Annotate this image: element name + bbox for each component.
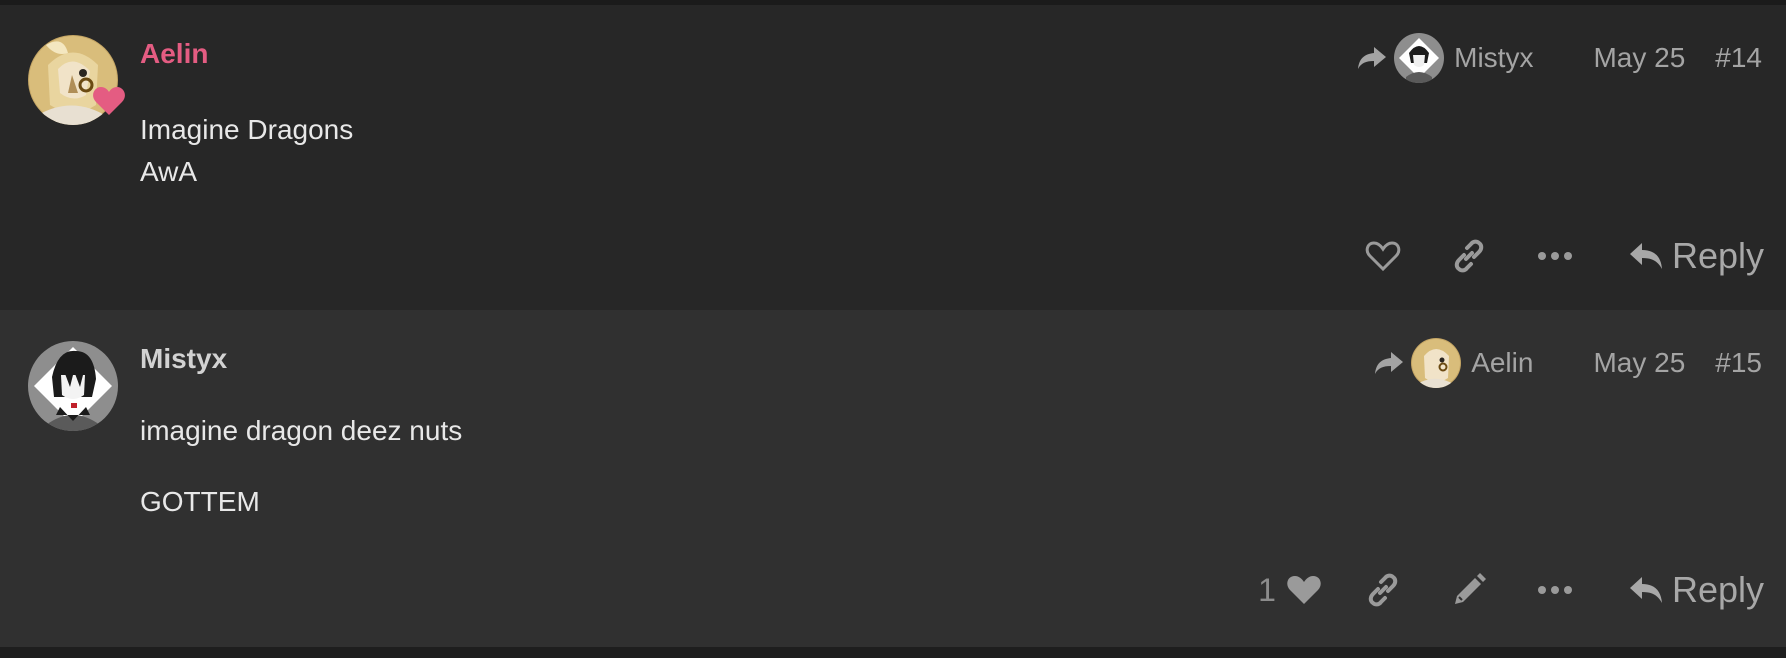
reply-button-label: Reply <box>1671 569 1764 610</box>
like-count: 1 <box>1258 571 1276 608</box>
post-15: Mistyx Aelin May 25 #15 imagine dragon d… <box>0 310 1786 647</box>
share-arrow-icon <box>1375 352 1404 374</box>
reply-button[interactable]: Reply <box>1628 235 1764 277</box>
copy-link-button[interactable] <box>1426 231 1512 281</box>
link-icon <box>1368 573 1398 607</box>
heart-filled-icon <box>1287 576 1321 604</box>
reply-to-username: Aelin <box>1471 347 1534 378</box>
ellipsis-icon <box>1537 252 1572 260</box>
like-button[interactable]: 1 <box>1258 572 1322 609</box>
share-arrow-icon <box>1358 47 1387 69</box>
post-author[interactable]: Aelin <box>140 37 208 71</box>
like-button[interactable] <box>1340 231 1426 281</box>
post-body-line: AwA <box>140 156 198 187</box>
pencil-icon <box>1454 573 1486 604</box>
post-meta: Mistyx May 25 #14 <box>1356 33 1762 83</box>
reply-to-link[interactable]: Aelin <box>1373 338 1533 388</box>
heart-flair-icon <box>93 87 125 115</box>
reply-to-username: Mistyx <box>1454 42 1534 73</box>
avatar-mistyx[interactable] <box>28 341 118 431</box>
post-date[interactable]: May 25 <box>1593 347 1685 379</box>
bottom-divider <box>0 647 1786 658</box>
post-body-paragraph: GOTTEM <box>140 486 260 517</box>
link-icon <box>1454 239 1484 273</box>
post-meta: Aelin May 25 #15 <box>1373 338 1762 388</box>
post-actions: 1 Reply <box>1258 565 1764 615</box>
post-number[interactable]: #15 <box>1715 347 1762 379</box>
reply-to-link[interactable]: Mistyx <box>1356 33 1533 83</box>
reply-button[interactable]: Reply <box>1628 569 1764 611</box>
more-actions-button[interactable] <box>1512 565 1598 615</box>
post-author[interactable]: Mistyx <box>140 342 227 376</box>
post-actions: Reply <box>1340 231 1764 281</box>
post-body-line: Imagine Dragons <box>140 114 354 145</box>
heart-outline-icon <box>1365 241 1401 272</box>
reply-to-avatar <box>1411 338 1462 388</box>
post-number[interactable]: #14 <box>1715 42 1762 74</box>
post-body-paragraph: imagine dragon deez nuts <box>140 415 463 446</box>
post-body: Imagine Dragons AwA <box>140 109 353 193</box>
edit-button[interactable] <box>1426 565 1512 615</box>
post-date[interactable]: May 25 <box>1593 42 1685 74</box>
copy-link-button[interactable] <box>1340 565 1426 615</box>
reply-to-avatar <box>1394 33 1445 83</box>
post-body: imagine dragon deez nuts GOTTEM <box>140 410 462 523</box>
post-14: Aelin Mistyx May 25 #14 Imagine Dragons … <box>0 5 1786 310</box>
more-actions-button[interactable] <box>1512 231 1598 281</box>
reply-button-label: Reply <box>1671 235 1764 276</box>
reply-icon <box>1629 577 1662 603</box>
ellipsis-icon <box>1537 586 1572 594</box>
reply-icon <box>1629 243 1662 269</box>
topic-posts-page: Aelin Mistyx May 25 #14 Imagine Dragons … <box>0 0 1786 658</box>
